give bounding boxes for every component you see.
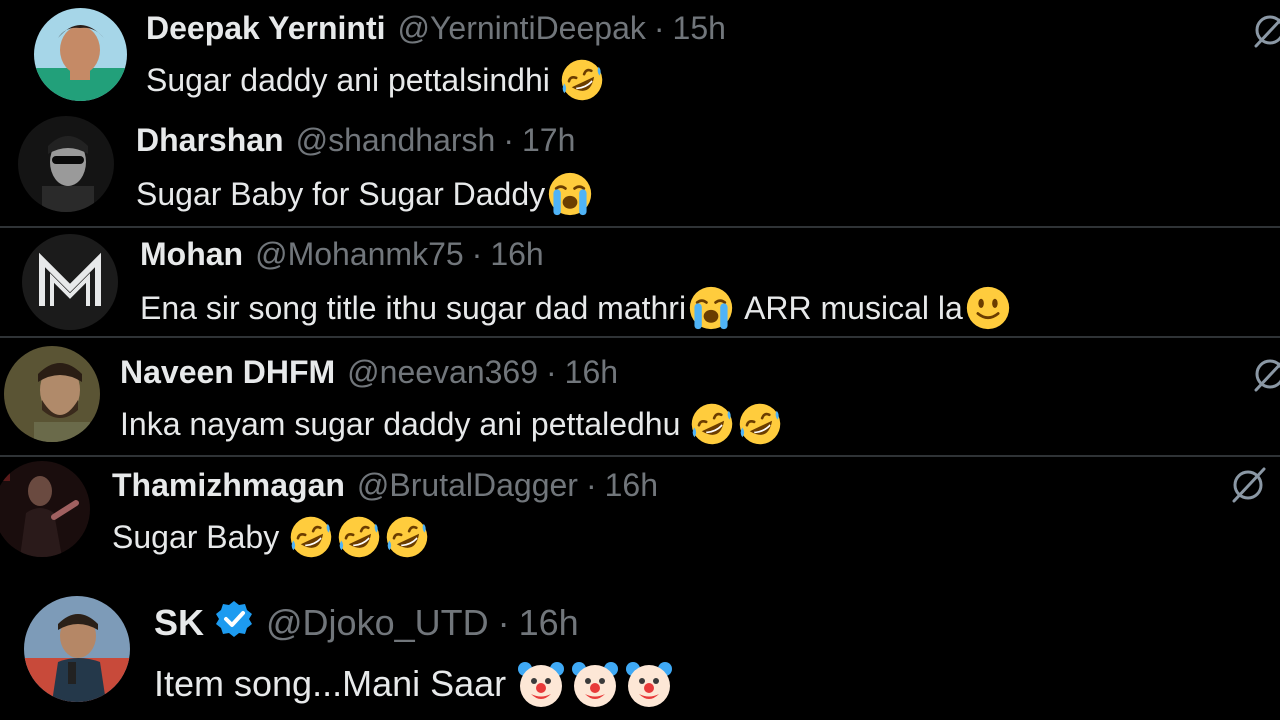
loudly-crying-emoji-icon (688, 285, 734, 331)
rofl-emoji-icon (385, 515, 429, 559)
reply-item[interactable]: SK @Djoko_UTD · 16h Item song...Mani Saa… (0, 584, 1280, 720)
grok-icon[interactable] (1250, 354, 1280, 394)
reply-header: Mohan @Mohanmk75 · 16h (140, 236, 544, 272)
reply-text-content: Sugar daddy ani pettalsindhi (146, 61, 550, 98)
separator-dot: · (503, 121, 514, 158)
reply-text: Item song...Mani Saar (154, 658, 674, 710)
user-name[interactable]: SK (154, 602, 204, 644)
user-handle[interactable]: @shandharsh (296, 122, 496, 159)
reply-text-content: Ena sir song title ithu sugar dad mathri (140, 289, 687, 326)
timestamp[interactable]: 15h (673, 10, 726, 47)
reply-header: Naveen DHFM @neevan369 · 16h (120, 354, 618, 390)
reply-text: Sugar daddy ani pettalsindhi (146, 60, 604, 100)
reply-text-content: Sugar Baby for Sugar Daddy (136, 175, 546, 212)
rofl-emoji-icon (560, 58, 604, 102)
user-handle[interactable]: @Djoko_UTD (266, 602, 489, 644)
user-avatar[interactable] (4, 346, 100, 442)
rofl-emoji-icon (690, 402, 734, 446)
grok-icon[interactable] (1250, 10, 1280, 50)
reply-item[interactable]: Deepak Yerninti @YernintiDeepak · 15h Su… (0, 0, 1280, 112)
user-handle[interactable]: @YernintiDeepak (398, 10, 646, 47)
timestamp[interactable]: 16h (490, 236, 543, 273)
separator-dot: · (497, 602, 510, 643)
user-avatar[interactable] (0, 461, 90, 557)
separator-dot: · (585, 466, 597, 503)
rofl-emoji-icon (738, 402, 782, 446)
separator-dot: · (471, 235, 483, 272)
reply-text: Inka nayam sugar daddy ani pettaledhu (120, 402, 782, 446)
reply-text: Sugar Baby for Sugar Daddy (136, 172, 593, 216)
reply-text-content: Item song...Mani Saar (154, 663, 507, 704)
rofl-emoji-icon (289, 515, 333, 559)
timestamp[interactable]: 16h (519, 602, 579, 644)
reply-text-content-2: ARR musical la (744, 289, 963, 326)
timestamp[interactable]: 16h (565, 354, 618, 391)
reply-header: Deepak Yerninti @YernintiDeepak · 15h (146, 10, 726, 46)
timestamp[interactable]: 17h (522, 122, 575, 159)
clown-emoji-icon (570, 659, 620, 709)
user-handle[interactable]: @neevan369 (347, 354, 538, 391)
reply-text: Ena sir song title ithu sugar dad mathri… (140, 286, 1011, 330)
user-name[interactable]: Mohan (140, 236, 243, 273)
user-name[interactable]: Dharshan (136, 122, 284, 159)
user-avatar[interactable] (18, 116, 114, 212)
rofl-emoji-icon (337, 515, 381, 559)
clown-emoji-icon (624, 659, 674, 709)
reply-item[interactable]: Naveen DHFM @neevan369 · 16h Inka nayam … (0, 338, 1280, 454)
reply-text-content: Inka nayam sugar daddy ani pettaledhu (120, 405, 681, 442)
reply-item[interactable]: Mohan @Mohanmk75 · 16h Ena sir song titl… (0, 228, 1280, 336)
reply-header: Dharshan @shandharsh · 17h (136, 122, 575, 158)
reply-item[interactable]: Thamizhmagan @BrutalDagger · 16h Sugar B… (0, 457, 1280, 581)
reply-item[interactable]: Dharshan @shandharsh · 17h Sugar Baby fo… (0, 112, 1280, 224)
user-handle[interactable]: @Mohanmk75 (255, 236, 464, 273)
slightly-smiling-emoji-icon (965, 285, 1011, 331)
user-avatar[interactable] (22, 234, 118, 330)
user-avatar[interactable] (34, 8, 127, 101)
clown-emoji-icon (516, 659, 566, 709)
separator-dot: · (653, 9, 665, 46)
user-avatar[interactable] (24, 596, 130, 702)
user-name[interactable]: Deepak Yerninti (146, 10, 386, 47)
reply-text: Sugar Baby (112, 515, 429, 559)
grok-icon[interactable] (1228, 465, 1268, 505)
reply-header: Thamizhmagan @BrutalDagger · 16h (112, 467, 658, 503)
loudly-crying-emoji-icon (547, 171, 593, 217)
verified-badge-icon (214, 599, 254, 648)
reply-text-content: Sugar Baby (112, 518, 280, 555)
user-name[interactable]: Naveen DHFM (120, 354, 335, 391)
timestamp[interactable]: 16h (605, 467, 658, 504)
separator-dot: · (546, 353, 557, 390)
reply-header: SK @Djoko_UTD · 16h (154, 600, 579, 644)
user-name[interactable]: Thamizhmagan (112, 467, 345, 504)
user-handle[interactable]: @BrutalDagger (357, 467, 578, 504)
